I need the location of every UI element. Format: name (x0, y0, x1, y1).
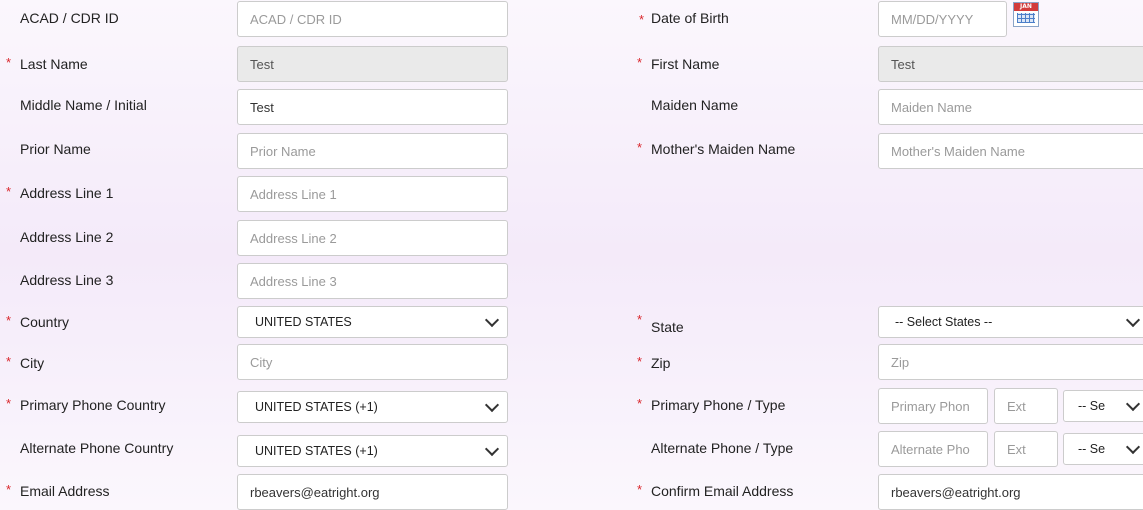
first-name-input[interactable] (878, 46, 1143, 82)
zip-input[interactable] (878, 344, 1143, 380)
email-address-input[interactable] (237, 474, 508, 510)
chevron-down-icon (484, 312, 500, 328)
state-label: State (651, 319, 684, 335)
required-marker: * (639, 12, 645, 27)
calendar-icon-month: JAN (1014, 3, 1038, 11)
alternate-phone-type-select[interactable]: -- Se (1063, 433, 1143, 465)
primary-phone-type-select[interactable]: -- Se (1063, 390, 1143, 422)
primary-phone-country-value: UNITED STATES (+1) (255, 400, 378, 414)
middle-name-input[interactable] (237, 89, 508, 125)
chevron-down-icon (1125, 439, 1141, 455)
chevron-down-icon (1125, 396, 1141, 412)
confirm-email-address-label: Confirm Email Address (651, 483, 794, 499)
date-of-birth-input[interactable] (878, 1, 1007, 37)
primary-phone-country-label: Primary Phone Country (20, 397, 166, 413)
city-input[interactable] (237, 344, 508, 380)
primary-phone-type-value: -- Se (1078, 399, 1106, 413)
maiden-name-input[interactable] (878, 89, 1143, 125)
primary-phone-input[interactable] (878, 388, 988, 424)
chevron-down-icon (1125, 312, 1141, 328)
prior-name-label: Prior Name (20, 141, 91, 157)
alternate-phone-type-value: -- Se (1078, 442, 1106, 456)
required-marker: * (6, 482, 12, 497)
last-name-label: Last Name (20, 56, 88, 72)
alternate-phone-input[interactable] (878, 431, 988, 467)
alternate-phone-country-label: Alternate Phone Country (20, 440, 174, 456)
alternate-phone-country-value: UNITED STATES (+1) (255, 444, 378, 458)
city-label: City (20, 355, 45, 371)
address-line-2-label: Address Line 2 (20, 229, 114, 245)
confirm-email-address-input[interactable] (878, 474, 1143, 510)
country-select[interactable]: UNITED STATES (237, 306, 508, 338)
mothers-maiden-name-label: Mother's Maiden Name (651, 141, 796, 157)
email-address-label: Email Address (20, 483, 110, 499)
required-marker: * (637, 140, 643, 155)
address-line-3-label: Address Line 3 (20, 272, 114, 288)
required-marker: * (6, 184, 12, 199)
date-of-birth-label: Date of Birth (651, 10, 729, 26)
required-marker: * (637, 396, 643, 411)
required-marker: * (637, 312, 643, 327)
first-name-label: First Name (651, 56, 720, 72)
required-marker: * (6, 354, 12, 369)
zip-label: Zip (651, 355, 671, 371)
required-marker: * (6, 396, 12, 411)
required-marker: * (637, 482, 643, 497)
prior-name-input[interactable] (237, 133, 508, 169)
address-line-3-input[interactable] (237, 263, 508, 299)
maiden-name-label: Maiden Name (651, 97, 739, 113)
calendar-icon[interactable]: JAN (1013, 2, 1039, 27)
alternate-phone-type-label: Alternate Phone / Type (651, 440, 794, 456)
required-marker: * (637, 354, 643, 369)
last-name-input[interactable] (237, 46, 508, 82)
primary-phone-type-label: Primary Phone / Type (651, 397, 786, 413)
address-line-1-input[interactable] (237, 176, 508, 212)
address-line-2-input[interactable] (237, 220, 508, 256)
acad-cdr-id-input[interactable] (237, 1, 508, 37)
state-select-value: -- Select States -- (895, 315, 993, 329)
address-line-1-label: Address Line 1 (20, 185, 114, 201)
primary-phone-country-select[interactable]: UNITED STATES (+1) (237, 391, 508, 423)
chevron-down-icon (484, 397, 500, 413)
primary-phone-ext-input[interactable] (994, 388, 1058, 424)
alternate-phone-country-select[interactable]: UNITED STATES (+1) (237, 435, 508, 467)
required-marker: * (637, 55, 643, 70)
acad-cdr-id-label: ACAD / CDR ID (20, 10, 119, 26)
country-select-value: UNITED STATES (255, 315, 352, 329)
required-marker: * (6, 313, 12, 328)
alternate-phone-ext-input[interactable] (994, 431, 1058, 467)
middle-name-label: Middle Name / Initial (20, 97, 147, 113)
mothers-maiden-name-input[interactable] (878, 133, 1143, 169)
required-marker: * (6, 55, 12, 70)
state-select[interactable]: -- Select States -- (878, 306, 1143, 338)
country-label: Country (20, 314, 70, 330)
chevron-down-icon (484, 441, 500, 457)
